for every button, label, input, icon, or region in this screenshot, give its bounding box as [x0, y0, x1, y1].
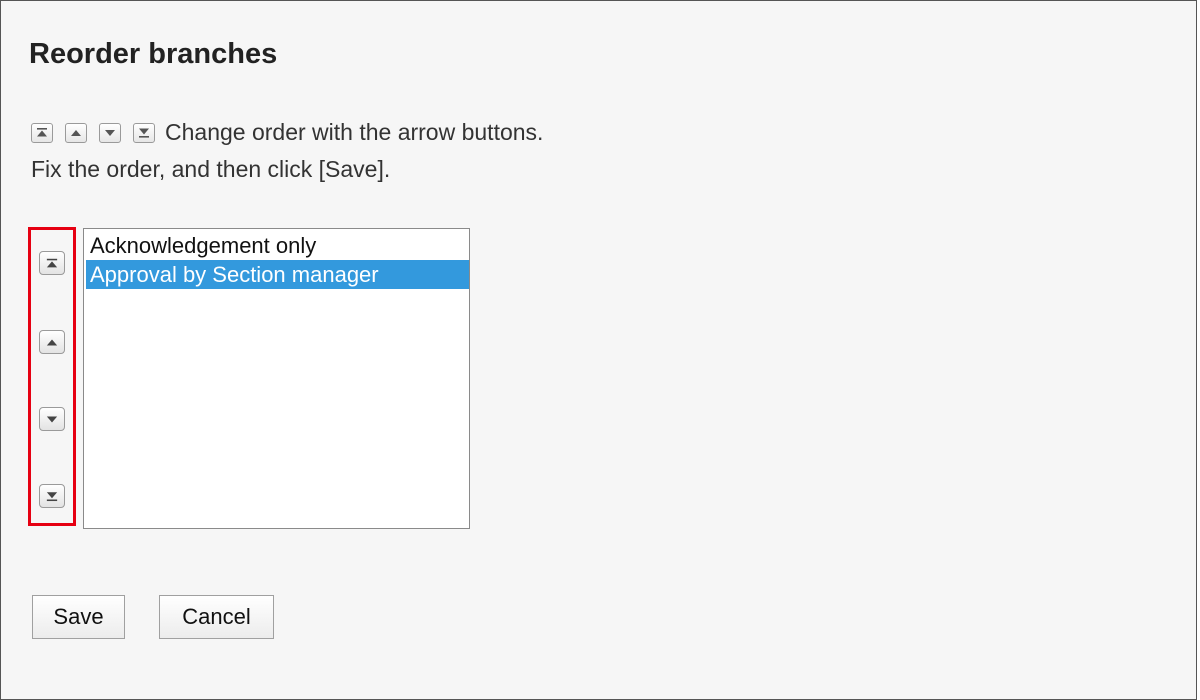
move-to-bottom-icon — [46, 491, 58, 501]
page-title: Reorder branches — [29, 38, 278, 70]
move-to-bottom-icon — [133, 122, 155, 143]
move-down-icon — [99, 122, 121, 143]
list-option-acknowledgement-only[interactable]: Acknowledgement only — [86, 231, 469, 260]
move-to-top-button[interactable] — [39, 251, 65, 275]
move-up-button[interactable] — [39, 330, 65, 354]
save-button[interactable]: Save — [32, 595, 125, 639]
move-to-top-icon — [46, 258, 58, 267]
cancel-button[interactable]: Cancel — [159, 595, 274, 639]
move-up-icon — [65, 122, 87, 143]
instructions-line-1: Change order with the arrow buttons. — [31, 114, 543, 151]
instructions: Change order with the arrow buttons. Fix… — [31, 114, 543, 188]
move-up-icon — [46, 339, 58, 345]
branches-listbox[interactable]: Acknowledgement only Approval by Section… — [83, 228, 470, 529]
move-down-icon — [46, 416, 58, 422]
instructions-text-2: Fix the order, and then click [Save]. — [31, 156, 391, 182]
move-to-bottom-button[interactable] — [39, 484, 65, 508]
reorder-buttons-highlight — [28, 227, 76, 526]
list-option-approval-by-section-manager[interactable]: Approval by Section manager — [86, 260, 469, 289]
move-to-top-icon — [31, 122, 53, 143]
reorder-dialog: Reorder branches Change order with the a… — [0, 0, 1197, 700]
move-down-button[interactable] — [39, 407, 65, 431]
instructions-text-1: Change order with the arrow buttons. — [165, 119, 544, 145]
